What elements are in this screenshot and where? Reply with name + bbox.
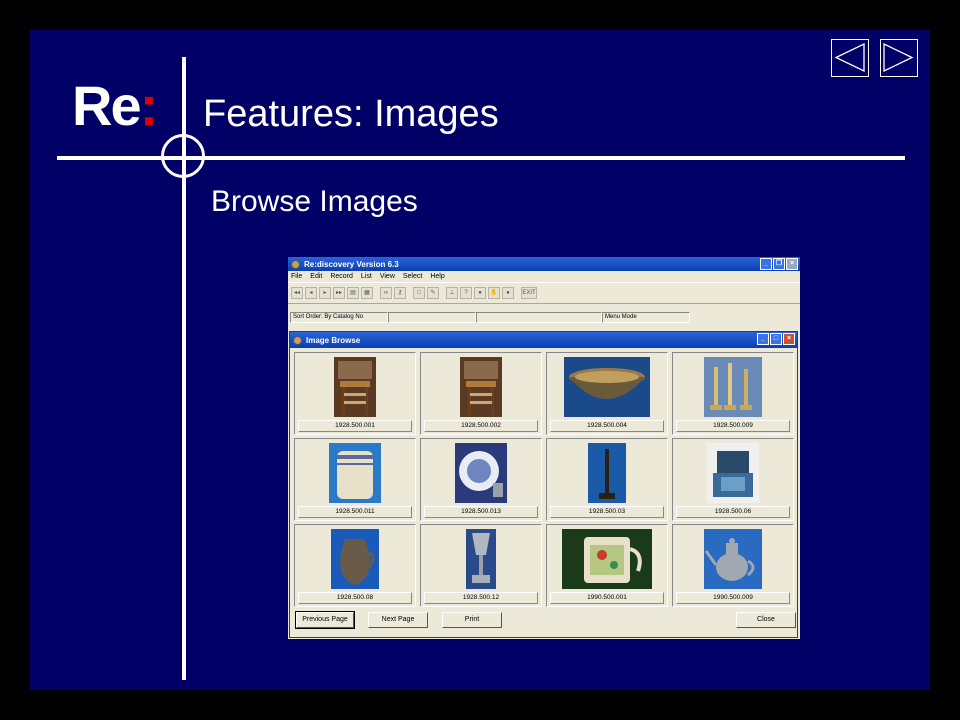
menu-view[interactable]: View xyxy=(380,273,395,280)
window-icon xyxy=(293,335,302,345)
menu-edit[interactable]: Edit xyxy=(310,273,322,280)
image-caption: 1928.500.004 xyxy=(550,420,664,432)
image-caption: 1928.500.013 xyxy=(424,506,538,518)
image-cell[interactable]: 1928.500.004 xyxy=(546,352,668,435)
status-row: Sort Order: By Catalog No Menu Mode xyxy=(290,307,690,327)
close-window-button[interactable]: Close xyxy=(736,612,796,628)
menu-file[interactable]: File xyxy=(291,273,302,280)
menu-mode-status: Menu Mode xyxy=(602,311,690,323)
first-record-icon[interactable]: ◂◂ xyxy=(291,287,303,299)
chair-photo xyxy=(460,357,502,417)
chalice-photo xyxy=(466,529,496,589)
next-slide-button[interactable] xyxy=(880,39,918,77)
status-field-3 xyxy=(476,311,602,323)
app-window: Re:discovery Version 6.3 _ ❐ × File Edit… xyxy=(288,257,800,639)
image-caption: 1928.500.12 xyxy=(424,592,538,604)
sort-order-status: Sort Order: By Catalog No xyxy=(290,311,388,323)
teapot-photo xyxy=(704,529,762,589)
jug-photo xyxy=(331,529,379,589)
image-browse-window: Image Browse _ □ × 1928.500.001 1928.500… xyxy=(289,331,798,638)
image-caption: 1928.500.001 xyxy=(298,420,412,432)
menu-bar: File Edit Record List View Select Help xyxy=(288,271,800,282)
image-caption: 1928.500.009 xyxy=(676,420,790,432)
button-row: Previous Page Next Page Print Close xyxy=(294,611,796,630)
menu-help[interactable]: Help xyxy=(430,273,444,280)
image-cell[interactable]: 1928.500.009 xyxy=(672,352,794,435)
toolbar: ◂◂ ◂ ▸ ▸▸ ▤ ▦ ∞ ⚷ □ ✎ ⊥ ? ● ✋ ● EXIT xyxy=(288,282,800,304)
app-title: Re:discovery Version 6.3 xyxy=(304,259,399,269)
menu-list[interactable]: List xyxy=(361,273,372,280)
minimize-button[interactable]: _ xyxy=(760,258,772,270)
slide-title: Features: Images xyxy=(203,93,499,135)
media-icon[interactable]: ● xyxy=(502,287,514,299)
re-logo: Re: xyxy=(72,74,158,137)
image-caption: 1928.500.002 xyxy=(424,420,538,432)
crock-photo xyxy=(329,443,381,503)
candlestick-photo xyxy=(588,443,626,503)
prev-record-icon[interactable]: ◂ xyxy=(305,287,317,299)
image-cell[interactable]: 1928.500.001 xyxy=(294,352,416,435)
image-caption: 1928.500.08 xyxy=(298,592,412,604)
status-field-2 xyxy=(388,311,476,323)
grid-view-icon[interactable]: ▦ xyxy=(361,287,373,299)
last-record-icon[interactable]: ▸▸ xyxy=(333,287,345,299)
image-caption: 1928.500.06 xyxy=(676,506,790,518)
help-icon[interactable]: ? xyxy=(460,287,472,299)
image-cell[interactable]: 1928.500.08 xyxy=(294,524,416,607)
form-view-icon[interactable]: ▤ xyxy=(347,287,359,299)
next-record-icon[interactable]: ▸ xyxy=(319,287,331,299)
triangle-left-icon xyxy=(834,42,865,73)
image-caption: 1928.500.03 xyxy=(550,506,664,518)
close-button[interactable]: × xyxy=(783,333,795,345)
image-browse-titlebar: Image Browse _ □ × xyxy=(290,332,797,348)
close-button[interactable]: × xyxy=(786,258,798,270)
maximize-button[interactable]: □ xyxy=(770,333,782,345)
app-icon xyxy=(291,259,300,269)
key-icon[interactable]: ⚷ xyxy=(394,287,406,299)
chair-photo xyxy=(334,357,376,417)
image-caption: 1990.500.009 xyxy=(676,592,790,604)
new-record-icon[interactable]: □ xyxy=(413,287,425,299)
image-cell[interactable]: 1928.500.011 xyxy=(294,438,416,521)
previous-slide-button[interactable] xyxy=(831,39,869,77)
bowl-photo xyxy=(564,357,650,417)
previous-page-button[interactable]: Previous Page xyxy=(295,611,355,629)
image-grid: 1928.500.001 1928.500.002 1928.500.004 1… xyxy=(294,352,794,607)
next-page-button[interactable]: Next Page xyxy=(368,612,428,628)
minimize-button[interactable]: _ xyxy=(757,333,769,345)
crosshair-circle xyxy=(161,134,205,178)
edit-record-icon[interactable]: ✎ xyxy=(427,287,439,299)
image-caption: 1990.500.001 xyxy=(550,592,664,604)
image-cell[interactable]: 1928.500.06 xyxy=(672,438,794,521)
exit-button[interactable]: EXIT xyxy=(521,287,537,299)
hand-icon[interactable]: ✋ xyxy=(488,287,500,299)
slide-subtitle: Browse Images xyxy=(211,185,418,218)
image-cell[interactable]: 1928.500.002 xyxy=(420,352,542,435)
menu-record[interactable]: Record xyxy=(330,273,353,280)
image-cell[interactable]: 1928.500.013 xyxy=(420,438,542,521)
box-photo xyxy=(707,443,759,503)
teapot-photo xyxy=(562,529,652,589)
image-icon[interactable]: ● xyxy=(474,287,486,299)
print-button[interactable]: Print xyxy=(442,612,502,628)
plate-photo xyxy=(455,443,507,503)
restore-button[interactable]: ❐ xyxy=(773,258,785,270)
app-titlebar: Re:discovery Version 6.3 _ ❐ × xyxy=(288,257,800,271)
image-cell[interactable]: 1928.500.03 xyxy=(546,438,668,521)
binoculars-icon[interactable]: ∞ xyxy=(380,287,392,299)
image-cell[interactable]: 1928.500.12 xyxy=(420,524,542,607)
image-cell[interactable]: 1990.500.001 xyxy=(546,524,668,607)
image-browse-title: Image Browse xyxy=(306,335,361,345)
triangle-right-icon xyxy=(883,42,914,73)
candlesticks-photo xyxy=(704,357,762,417)
image-caption: 1928.500.011 xyxy=(298,506,412,518)
menu-select[interactable]: Select xyxy=(403,273,422,280)
image-cell[interactable]: 1990.500.009 xyxy=(672,524,794,607)
hierarchy-icon[interactable]: ⊥ xyxy=(446,287,458,299)
